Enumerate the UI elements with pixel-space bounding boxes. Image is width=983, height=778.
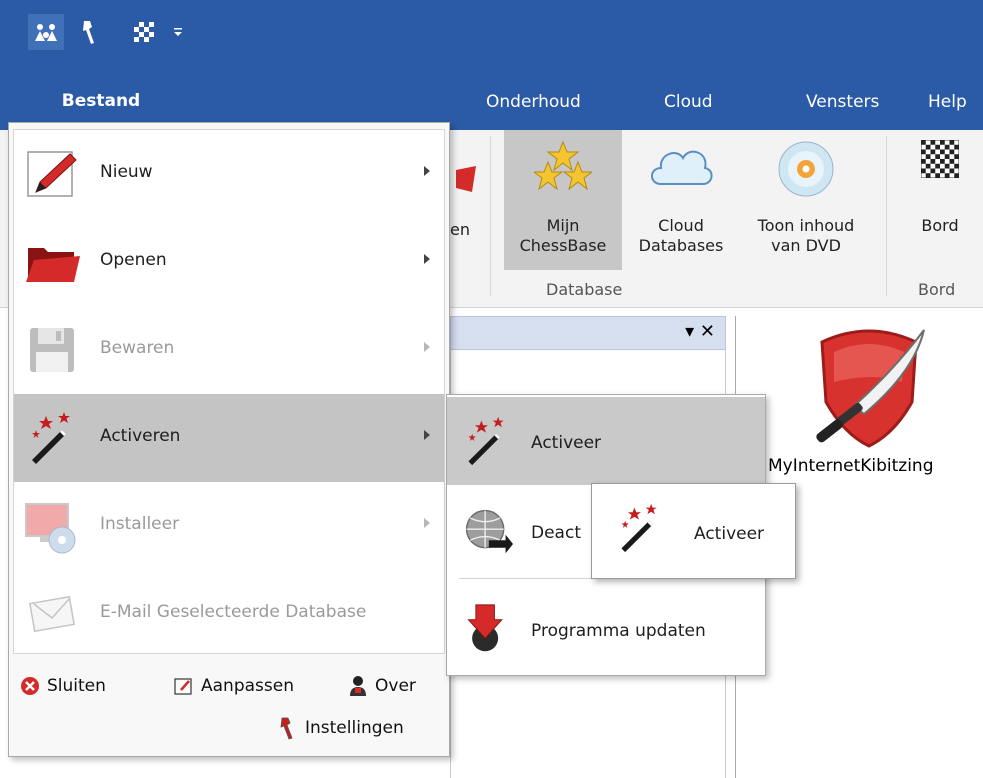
menu-item-label: Activeren bbox=[100, 426, 181, 446]
title-bar bbox=[0, 0, 983, 70]
magic-wand-icon bbox=[621, 503, 657, 553]
over-label: Over bbox=[375, 676, 416, 696]
ribbon-button-label: Mijn ChessBase bbox=[519, 216, 607, 255]
menu-item-bewaren[interactable]: Bewaren bbox=[14, 306, 444, 394]
wrench-icon bbox=[277, 717, 299, 740]
pencil-icon bbox=[27, 151, 77, 197]
tab-vensters[interactable]: Vensters bbox=[806, 92, 879, 112]
aanpassen-label: Aanpassen bbox=[201, 676, 294, 696]
magic-wand-icon bbox=[468, 416, 504, 466]
instellingen-label: Instellingen bbox=[305, 718, 404, 738]
toon-inhoud-dvd-button[interactable]: Toon inhoud van DVD bbox=[738, 130, 874, 270]
submenu-item-label: Programma updaten bbox=[531, 621, 706, 641]
mijn-chessbase-button[interactable]: Mijn ChessBase bbox=[504, 130, 622, 270]
menu-item-nieuw[interactable]: Nieuw bbox=[14, 130, 444, 218]
folder-icon bbox=[456, 166, 476, 192]
ribbon-separator bbox=[886, 136, 887, 296]
submenu-item-programma-updaten[interactable]: Programma updaten bbox=[447, 585, 765, 673]
tab-cloud[interactable]: Cloud bbox=[664, 92, 713, 112]
customize-qat-icon[interactable] bbox=[168, 14, 188, 50]
update-arrow-icon bbox=[467, 604, 503, 652]
bord-button[interactable]: Bord bbox=[900, 130, 980, 270]
instellingen-button[interactable]: Instellingen bbox=[277, 717, 404, 740]
chessboard-icon bbox=[921, 140, 959, 178]
submenu-arrow-icon bbox=[424, 430, 430, 440]
submenu-arrow-icon bbox=[424, 342, 430, 352]
kibitzing-label: MyInternetKibitzing bbox=[768, 456, 934, 476]
menu-item-openen[interactable]: Openen bbox=[14, 218, 444, 306]
submenu-item-label: Activeer bbox=[531, 433, 602, 453]
menu-item-email[interactable]: E-Mail Geselecteerde Database bbox=[14, 570, 444, 658]
floppy-icon bbox=[30, 328, 74, 372]
cloud-icon bbox=[651, 150, 713, 185]
monitor-dvd-icon bbox=[25, 503, 76, 554]
folder-icon bbox=[26, 248, 80, 282]
ribbon-group-database: Database bbox=[546, 280, 623, 299]
board-icon[interactable] bbox=[126, 14, 162, 50]
ribbon-separator bbox=[490, 136, 491, 296]
menu-item-installeer[interactable]: Installeer bbox=[14, 482, 444, 570]
submenu-item-activeer[interactable]: Activeer bbox=[447, 397, 765, 485]
flyout-item-label: Activeer bbox=[694, 524, 765, 544]
dvd-icon bbox=[778, 141, 834, 197]
tab-onderhoud[interactable]: Onderhoud bbox=[486, 92, 581, 112]
magic-wand-icon bbox=[32, 412, 70, 464]
customize-icon bbox=[173, 675, 195, 697]
openen-ribbon-button[interactable]: en bbox=[448, 130, 488, 270]
stars-icon bbox=[534, 140, 592, 191]
pane-controls[interactable]: ▾ ✕ bbox=[685, 321, 715, 342]
sluiten-label: Sluiten bbox=[47, 676, 106, 696]
wrench-icon[interactable] bbox=[72, 14, 108, 50]
ribbon-button-label: Bord bbox=[921, 216, 959, 235]
sluiten-button[interactable]: Sluiten bbox=[19, 675, 106, 697]
submenu-arrow-icon bbox=[424, 518, 430, 528]
ribbon-group-bord: Bord bbox=[918, 280, 956, 299]
file-tab[interactable]: Bestand bbox=[8, 80, 194, 122]
envelope-icon bbox=[29, 595, 75, 633]
ribbon-button-label: en bbox=[450, 220, 470, 239]
aanpassen-button[interactable]: Aanpassen bbox=[173, 675, 294, 697]
app-icon[interactable] bbox=[28, 14, 64, 50]
menu-item-label: Bewaren bbox=[100, 338, 175, 358]
menu-item-label: E-Mail Geselecteerde Database bbox=[100, 602, 367, 622]
submenu-item-label: Deact bbox=[531, 523, 581, 543]
menu-item-label: Nieuw bbox=[100, 162, 153, 182]
cloud-databases-button[interactable]: Cloud Databases bbox=[628, 130, 734, 270]
menu-item-label: Installeer bbox=[100, 514, 180, 534]
tab-help[interactable]: Help bbox=[928, 92, 967, 112]
ribbon-button-label: Toon inhoud van DVD bbox=[757, 216, 855, 255]
close-circle-icon bbox=[19, 675, 41, 697]
pane-header: ▾ ✕ bbox=[450, 316, 726, 350]
menu-item-activeren[interactable]: Activeren bbox=[14, 394, 444, 482]
file-menu: Nieuw Openen Bewaren Activeren Installee… bbox=[8, 122, 450, 757]
file-menu-items: Nieuw Openen Bewaren Activeren Installee… bbox=[13, 129, 445, 654]
submenu-arrow-icon bbox=[424, 254, 430, 264]
submenu-arrow-icon bbox=[424, 166, 430, 176]
menu-item-label: Openen bbox=[100, 250, 167, 270]
shield-sword-icon bbox=[816, 329, 925, 448]
person-icon bbox=[347, 675, 369, 697]
activeer-flyout: Activeer bbox=[591, 483, 796, 579]
globe-icon bbox=[465, 509, 513, 554]
ribbon-button-label: Cloud Databases bbox=[638, 216, 724, 255]
over-button[interactable]: Over bbox=[347, 675, 416, 697]
